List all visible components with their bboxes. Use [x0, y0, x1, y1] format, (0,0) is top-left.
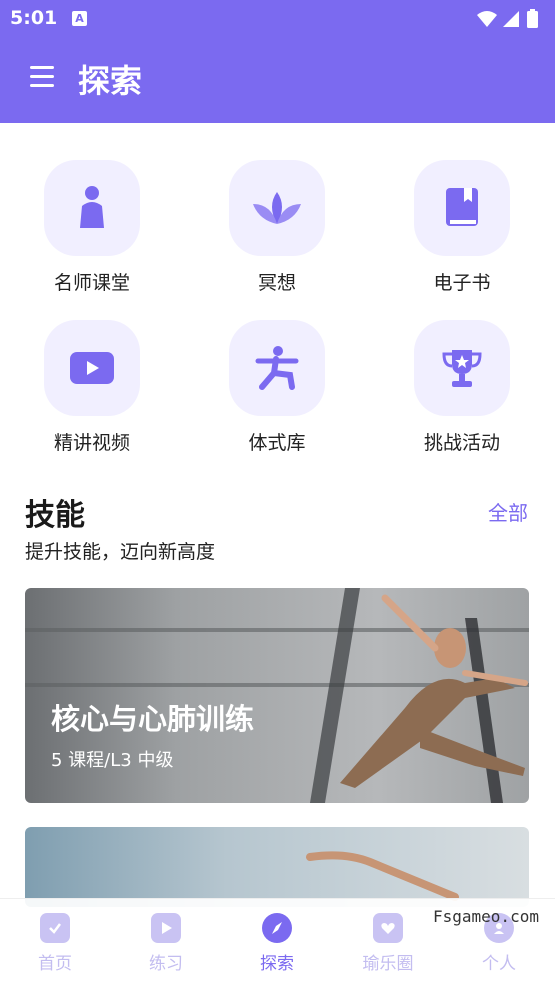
trophy-icon: [414, 320, 510, 416]
category-label: 体式库: [248, 432, 306, 454]
compass-icon: [262, 913, 292, 943]
category-ebook[interactable]: 电子书: [392, 160, 532, 295]
view-all-link[interactable]: 全部: [488, 497, 528, 526]
heart-chat-icon: [373, 913, 403, 943]
nav-practice[interactable]: 练习: [116, 913, 216, 974]
menu-button[interactable]: [30, 66, 56, 92]
course-card[interactable]: [25, 827, 529, 907]
lotus-icon: [229, 160, 325, 256]
category-label: 电子书: [433, 272, 491, 294]
nav-label: 首页: [38, 954, 72, 974]
course-card[interactable]: 核心与心肺训练 5 课程/L3 中级: [25, 588, 529, 803]
notification-a-icon: A: [72, 11, 87, 26]
nav-label: 个人: [482, 954, 516, 974]
signal-icon: [503, 11, 519, 27]
category-label: 名师课堂: [53, 272, 130, 294]
status-icons: [477, 9, 538, 28]
page-title: 探索: [78, 62, 143, 100]
menu-icon-line: [30, 84, 54, 87]
category-challenge[interactable]: 挑战活动: [392, 320, 532, 455]
course-photo: [306, 851, 459, 901]
category-label: 精讲视频: [53, 432, 130, 454]
wifi-icon: [477, 11, 497, 27]
course-title: 核心与心肺训练: [51, 702, 255, 736]
play-video-icon: [44, 320, 140, 416]
menu-icon-line: [30, 75, 54, 78]
category-video[interactable]: 精讲视频: [22, 320, 162, 455]
menu-icon-line: [30, 66, 54, 69]
nav-label: 探索: [260, 954, 294, 974]
nav-label: 练习: [149, 954, 183, 974]
calendar-icon: [40, 913, 70, 943]
nav-community[interactable]: 瑜乐圈: [338, 913, 438, 974]
status-bar: 5:01 A: [0, 0, 555, 38]
teacher-icon: [44, 160, 140, 256]
status-time: 5:01: [10, 7, 58, 29]
course-subtitle: 5 课程/L3 中级: [51, 750, 174, 771]
category-meditation[interactable]: 冥想: [207, 160, 347, 295]
watermark-text: Fsgameo.com: [433, 907, 539, 926]
nav-label: 瑜乐圈: [362, 954, 414, 974]
battery-icon: [527, 11, 538, 28]
section-title: 技能: [25, 498, 85, 533]
nav-home[interactable]: 首页: [5, 913, 105, 974]
play-icon: [151, 913, 181, 943]
category-label: 挑战活动: [423, 432, 500, 454]
yoga-pose-icon: [229, 320, 325, 416]
category-teacher-class[interactable]: 名师课堂: [22, 160, 162, 295]
category-pose-library[interactable]: 体式库: [207, 320, 347, 455]
category-label: 冥想: [257, 272, 296, 294]
section-subtitle: 提升技能，迈向新高度: [25, 541, 216, 563]
nav-explore[interactable]: 探索: [227, 913, 327, 974]
book-icon: [414, 160, 510, 256]
app-bar: 探索: [0, 38, 555, 123]
